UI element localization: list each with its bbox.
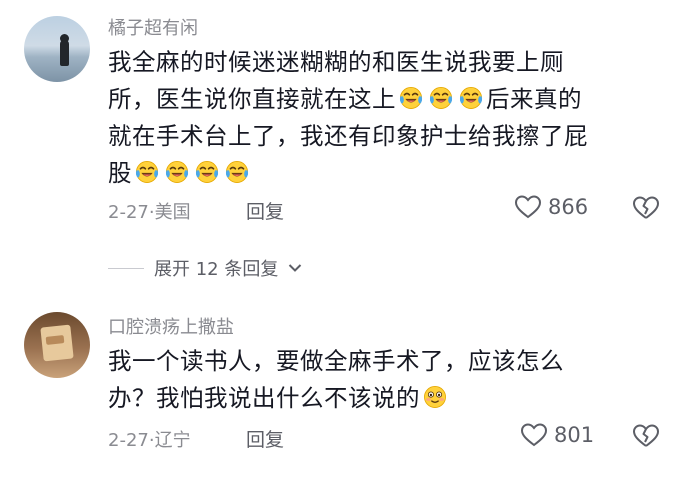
broken-heart-icon: [633, 424, 660, 447]
tears-of-joy-emoji: [458, 85, 484, 111]
comment-text-line: 股: [108, 159, 132, 187]
like-button[interactable]: 801: [520, 422, 594, 448]
expand-replies-label: 展开 12 条回复: [154, 259, 279, 280]
expand-replies-button[interactable]: 展开 12 条回复: [108, 255, 302, 281]
like-count: 866: [548, 195, 589, 219]
tears-of-joy-emoji: [164, 159, 190, 185]
dislike-button[interactable]: [632, 195, 660, 225]
reply-button[interactable]: 回复: [246, 425, 284, 452]
comment-text-line: 所，医生说你直接就在这上: [108, 85, 396, 113]
chevron-down-icon: [289, 264, 302, 272]
comment-date: 2-27: [108, 430, 149, 451]
comment-username[interactable]: 口腔溃疡上撒盐: [108, 313, 234, 339]
tears-of-joy-emoji: [428, 85, 454, 111]
blushing-smile-emoji: [422, 384, 448, 410]
like-button[interactable]: 866: [514, 194, 588, 220]
comment-date: 2-27: [108, 202, 149, 223]
comment-text-line: 我一个读书人，要做全麻手术了，应该怎么: [108, 347, 564, 375]
comment-text-line: 办？我怕我说出什么不该说的: [108, 384, 420, 412]
comment-username[interactable]: 橘子超有闲: [108, 14, 198, 40]
comment-location: 辽宁: [154, 430, 191, 451]
comment-meta: 2-27·美国: [108, 198, 191, 224]
reply-button[interactable]: 回复: [246, 197, 284, 224]
comment-text-line: 我全麻的时候迷迷糊糊的和医生说我要上厕: [108, 48, 564, 76]
tears-of-joy-emoji: [134, 159, 160, 185]
heart-outline-icon: [520, 423, 548, 447]
heart-outline-icon: [514, 195, 542, 219]
avatar[interactable]: [24, 312, 90, 378]
tears-of-joy-emoji: [194, 159, 220, 185]
dislike-button[interactable]: [632, 423, 660, 453]
tears-of-joy-emoji: [224, 159, 250, 185]
comment-meta: 2-27·辽宁: [108, 426, 191, 452]
avatar-figure-body: [60, 40, 69, 66]
like-count: 801: [554, 423, 595, 447]
tears-of-joy-emoji: [398, 85, 424, 111]
comment-text: 我全麻的时候迷迷糊糊的和医生说我要上厕 所，医生说你直接就在这上 后来真的 就在手…: [108, 44, 668, 192]
comment-text: 我一个读书人，要做全麻手术了，应该怎么 办？我怕我说出什么不该说的: [108, 343, 668, 417]
comment-text-line: 就在手术台上了，我还有印象护士给我擦了屁: [108, 122, 588, 150]
comment-text-line: 后来真的: [486, 85, 582, 113]
avatar[interactable]: [24, 16, 90, 82]
broken-heart-icon: [633, 196, 660, 219]
divider-line: [108, 267, 144, 269]
comment-location: 美国: [154, 202, 191, 223]
